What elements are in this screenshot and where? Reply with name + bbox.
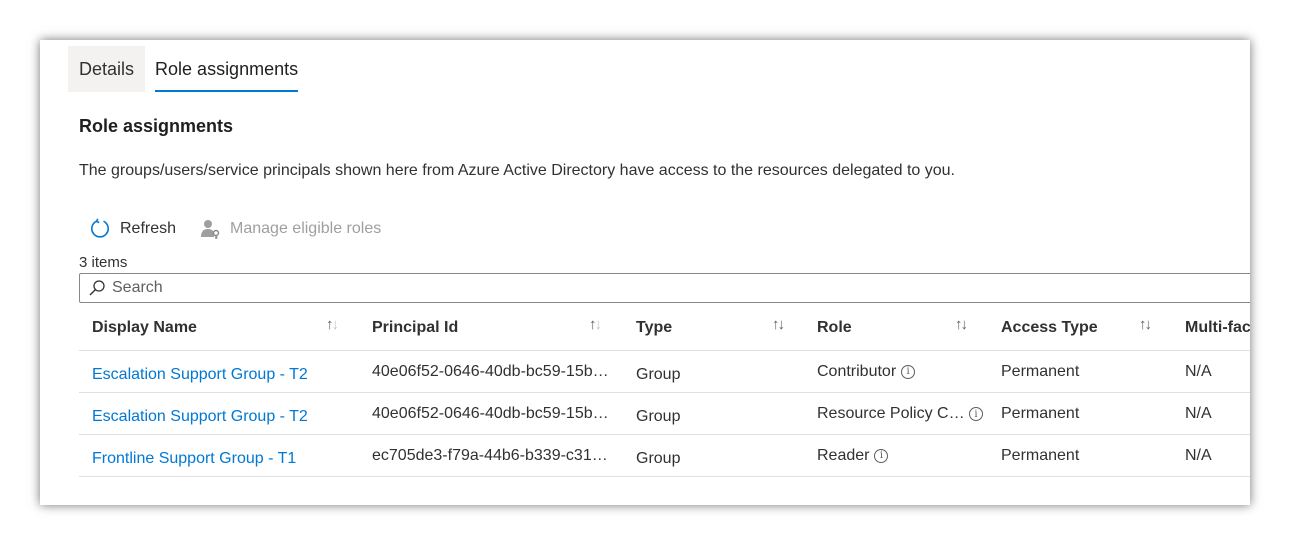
type-cell: Group <box>636 366 681 383</box>
type-cell: Group <box>636 408 681 425</box>
display-name-link[interactable]: Escalation Support Group - T2 <box>92 408 308 426</box>
section-description: The groups/users/service principals show… <box>79 162 955 179</box>
table-row[interactable]: Escalation Support Group - T2 40e06f52-0… <box>79 393 1250 435</box>
role-assignments-panel: Details Role assignments Role assignment… <box>40 40 1250 505</box>
type-cell: Group <box>636 450 681 467</box>
principal-id-cell: 40e06f52-0646-40db-bc59-15b… <box>372 405 609 422</box>
manage-eligible-roles-label: Manage eligible roles <box>230 220 382 237</box>
table-row[interactable]: Escalation Support Group - T2 40e06f52-0… <box>79 351 1250 393</box>
role-assignments-table: Display Name ↑↓ Principal Id ↑↓ Type ↑↓ … <box>79 306 1250 477</box>
mfa-cell: N/A <box>1185 405 1212 422</box>
search-box[interactable] <box>79 273 1250 303</box>
info-icon[interactable]: i <box>969 407 983 421</box>
column-header-type[interactable]: Type <box>636 306 672 350</box>
display-name-link[interactable]: Escalation Support Group - T2 <box>92 366 308 384</box>
role-cell: Contributor i <box>817 363 916 381</box>
items-count: 3 items <box>79 254 128 271</box>
sort-arrows-icon[interactable]: ↑↓ <box>589 316 602 333</box>
tab-details[interactable]: Details <box>68 46 146 92</box>
mfa-cell: N/A <box>1185 363 1212 380</box>
info-icon[interactable]: i <box>901 364 916 379</box>
access-type-cell: Permanent <box>1001 363 1080 380</box>
table-header: Display Name ↑↓ Principal Id ↑↓ Type ↑↓ … <box>79 306 1250 351</box>
principal-id-cell: ec705de3-f79a-44b6-b339-c31… <box>372 447 608 464</box>
manage-eligible-roles-button[interactable]: Manage eligible roles <box>198 217 381 241</box>
sort-arrows-icon[interactable]: ↑↓ <box>772 316 785 333</box>
sort-arrows-icon[interactable]: ↑↓ <box>326 316 339 333</box>
role-cell: Resource Policy C… <box>817 405 965 422</box>
refresh-icon <box>88 217 112 241</box>
section-title: Role assignments <box>79 116 234 136</box>
sort-arrows-icon[interactable]: ↑↓ <box>1139 316 1152 333</box>
command-bar: Refresh Manage eligible roles <box>88 216 381 242</box>
mfa-cell: N/A <box>1185 447 1212 464</box>
search-icon <box>88 278 108 298</box>
column-header-access-type[interactable]: Access Type <box>1001 306 1098 350</box>
column-header-principal-id[interactable]: Principal Id <box>372 306 458 350</box>
role-label: Contributor <box>817 363 897 380</box>
person-key-icon <box>198 217 222 241</box>
column-header-role[interactable]: Role <box>817 306 852 350</box>
access-type-cell: Permanent <box>1001 447 1080 464</box>
tab-bar: Details Role assignments <box>68 46 299 92</box>
principal-id-cell: 40e06f52-0646-40db-bc59-15b… <box>372 363 609 380</box>
column-header-display-name[interactable]: Display Name <box>92 306 197 350</box>
role-cell: Reader i <box>817 447 889 465</box>
tab-role-assignments[interactable]: Role assignments <box>155 46 299 92</box>
column-header-multi-factor[interactable]: Multi-fac <box>1185 306 1250 350</box>
sort-arrows-icon[interactable]: ↑↓ <box>955 316 968 333</box>
table-row[interactable]: Frontline Support Group - T1 ec705de3-f7… <box>79 435 1250 477</box>
refresh-label: Refresh <box>120 220 177 237</box>
display-name-link[interactable]: Frontline Support Group - T1 <box>92 450 296 468</box>
refresh-button[interactable]: Refresh <box>88 217 176 241</box>
access-type-cell: Permanent <box>1001 405 1080 422</box>
role-label: Reader <box>817 447 870 464</box>
info-icon[interactable]: i <box>874 448 889 463</box>
search-input[interactable] <box>112 279 712 297</box>
